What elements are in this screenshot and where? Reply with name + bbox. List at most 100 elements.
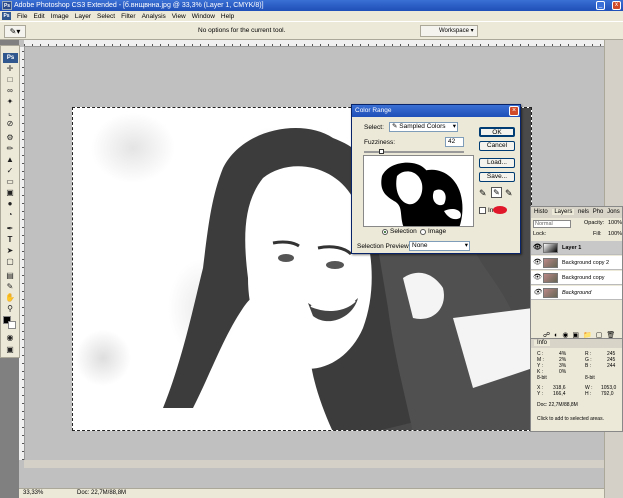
eye-icon[interactable]: 👁 — [533, 259, 542, 267]
layer-name: Background copy 2 — [562, 260, 610, 266]
eyedropper-minus-icon[interactable]: ✎ — [505, 188, 513, 199]
zoom-level[interactable]: 33,33% — [23, 489, 43, 498]
layer-thumbnail — [543, 273, 558, 283]
menu-bar: Ps File Edit Image Layer Select Filter A… — [0, 11, 623, 21]
ps-menu-icon[interactable]: Ps — [2, 12, 11, 20]
ok-button[interactable]: OK — [479, 127, 515, 137]
brush-tool-icon[interactable]: ✏ — [4, 144, 16, 154]
color-range-dialog: Color Range × Select: ✎ Sampled Colors ▾… — [351, 104, 521, 254]
background-color-swatch[interactable] — [8, 321, 16, 329]
cancel-button[interactable]: Cancel — [479, 141, 515, 151]
pen-tool-icon[interactable]: ✒ — [4, 224, 16, 234]
selection-preview-dropdown[interactable]: None ▾ — [409, 241, 470, 251]
eyedropper-tool-icon[interactable]: ✎ — [4, 282, 16, 292]
menu-file[interactable]: File — [17, 13, 27, 20]
quick-mask-icon[interactable]: ◉ — [4, 333, 16, 343]
zoom-tool-icon[interactable]: ⚲ — [4, 304, 16, 314]
fill-label: Fill: — [593, 231, 602, 237]
selection-radio[interactable] — [382, 229, 388, 235]
layer-row[interactable]: 👁 Layer 1 — [531, 241, 622, 255]
tab-actions[interactable]: Jons — [607, 209, 620, 215]
image-radio-label: Image — [428, 228, 447, 235]
horizontal-scrollbar[interactable] — [24, 460, 604, 468]
tab-histogram[interactable]: Histo — [534, 209, 548, 215]
menu-edit[interactable]: Edit — [33, 13, 44, 20]
menu-filter[interactable]: Filter — [121, 13, 135, 20]
workspace-button[interactable]: Workspace ▾ — [420, 25, 478, 37]
title-bar: Ps Adobe Photoshop CS3 Extended - [б.внщ… — [0, 0, 623, 11]
eye-icon[interactable]: 👁 — [533, 289, 542, 297]
eyedropper-plus-icon[interactable]: ✎ — [491, 187, 502, 198]
close-button[interactable]: x — [612, 1, 621, 10]
path-selection-tool-icon[interactable]: ➤ — [4, 246, 16, 256]
tab-paths[interactable]: Pho — [593, 209, 604, 215]
type-tool-icon[interactable]: T — [4, 235, 16, 245]
eraser-tool-icon[interactable]: ▭ — [4, 177, 16, 187]
select-dropdown[interactable]: ✎ Sampled Colors ▾ — [389, 122, 458, 132]
menu-select[interactable]: Select — [97, 13, 115, 20]
info-y-coord-label: Y : — [537, 391, 544, 397]
save-button[interactable]: Save... — [479, 172, 515, 182]
select-value: Sampled Colors — [399, 123, 446, 130]
info-panel-tabs: Info — [531, 339, 622, 348]
invert-checkbox[interactable] — [479, 207, 486, 214]
tab-info[interactable]: Info — [534, 340, 551, 346]
minimize-button[interactable]: _ — [596, 1, 605, 10]
info-bit-label: 8-bit — [537, 375, 547, 381]
layer-row[interactable]: 👁 Background copy 2 — [531, 256, 622, 270]
history-brush-tool-icon[interactable]: ✓ — [4, 166, 16, 176]
screen-mode-icon[interactable]: ▣ — [4, 345, 16, 355]
fuzziness-slider-handle[interactable] — [379, 149, 384, 154]
image-radio[interactable] — [420, 229, 426, 235]
opacity-value[interactable]: 100% — [608, 220, 622, 226]
dialog-title: Color Range — [352, 105, 520, 117]
menu-help[interactable]: Help — [221, 13, 234, 20]
dialog-close-button[interactable]: × — [509, 106, 519, 116]
eyedropper-icon[interactable]: ✎ — [479, 188, 487, 199]
blend-mode-dropdown[interactable]: Normal — [533, 220, 571, 228]
tab-channels[interactable]: nels — [578, 209, 589, 215]
rgb-labels: R : G : B : 8-bit — [585, 351, 595, 381]
menu-window[interactable]: Window — [192, 13, 215, 20]
load-button[interactable]: Load... — [479, 158, 515, 168]
selection-preview-thumbnail[interactable] — [363, 155, 474, 227]
healing-tool-icon[interactable]: ⚙ — [4, 133, 16, 143]
magic-wand-tool-icon[interactable]: ✦ — [4, 97, 16, 107]
menu-layer[interactable]: Layer — [75, 13, 91, 20]
red-annotation-mark — [493, 206, 507, 214]
menu-image[interactable]: Image — [51, 13, 69, 20]
clone-stamp-tool-icon[interactable]: ▲ — [4, 155, 16, 165]
crop-tool-icon[interactable]: ⌞ — [4, 108, 16, 118]
layer-name: Layer 1 — [562, 245, 582, 251]
eyedropper-preset-icon[interactable]: ✎▾ — [4, 25, 26, 38]
info-bit-label-2: 8-bit — [585, 375, 595, 381]
fuzziness-input[interactable]: 42 — [445, 137, 464, 147]
selection-radio-label: Selection — [390, 228, 417, 235]
move-tool-icon[interactable]: ✛ — [4, 64, 16, 74]
layer-row[interactable]: 👁 Background copy — [531, 271, 622, 285]
lasso-tool-icon[interactable]: ∞ — [4, 86, 16, 96]
hand-tool-icon[interactable]: ✋ — [4, 293, 16, 303]
layer-thumbnail — [543, 243, 558, 253]
layer-thumbnail — [543, 258, 558, 268]
fill-value[interactable]: 100% — [608, 231, 622, 237]
chevron-down-icon: ▾ — [452, 123, 456, 130]
dodge-tool-icon[interactable]: ◔ — [4, 210, 16, 220]
layer-row[interactable]: 👁 Background — [531, 286, 622, 300]
cmyk-labels: C : M : Y : K : 8-bit — [537, 351, 547, 381]
tab-layers[interactable]: Layers — [552, 209, 575, 215]
slice-tool-icon[interactable]: ⊘ — [4, 119, 16, 129]
eye-icon[interactable]: 👁 — [533, 274, 542, 282]
blur-tool-icon[interactable]: ● — [4, 199, 16, 209]
info-panel: Info C : M : Y : K : 8-bit 4% 2% 3% 0% R… — [530, 338, 623, 432]
menu-view[interactable]: View — [172, 13, 186, 20]
gradient-tool-icon[interactable]: ▣ — [4, 188, 16, 198]
notes-tool-icon[interactable]: ▤ — [4, 271, 16, 281]
window-title: Adobe Photoshop CS3 Extended - [б.внщвнн… — [14, 2, 264, 9]
shape-tool-icon[interactable]: ▢ — [4, 257, 16, 267]
marquee-tool-icon[interactable]: □ — [4, 75, 16, 85]
info-k-value: 0% — [559, 369, 567, 375]
info-b-label: B : — [585, 363, 592, 369]
menu-analysis[interactable]: Analysis — [142, 13, 166, 20]
eye-icon[interactable]: 👁 — [533, 244, 542, 252]
